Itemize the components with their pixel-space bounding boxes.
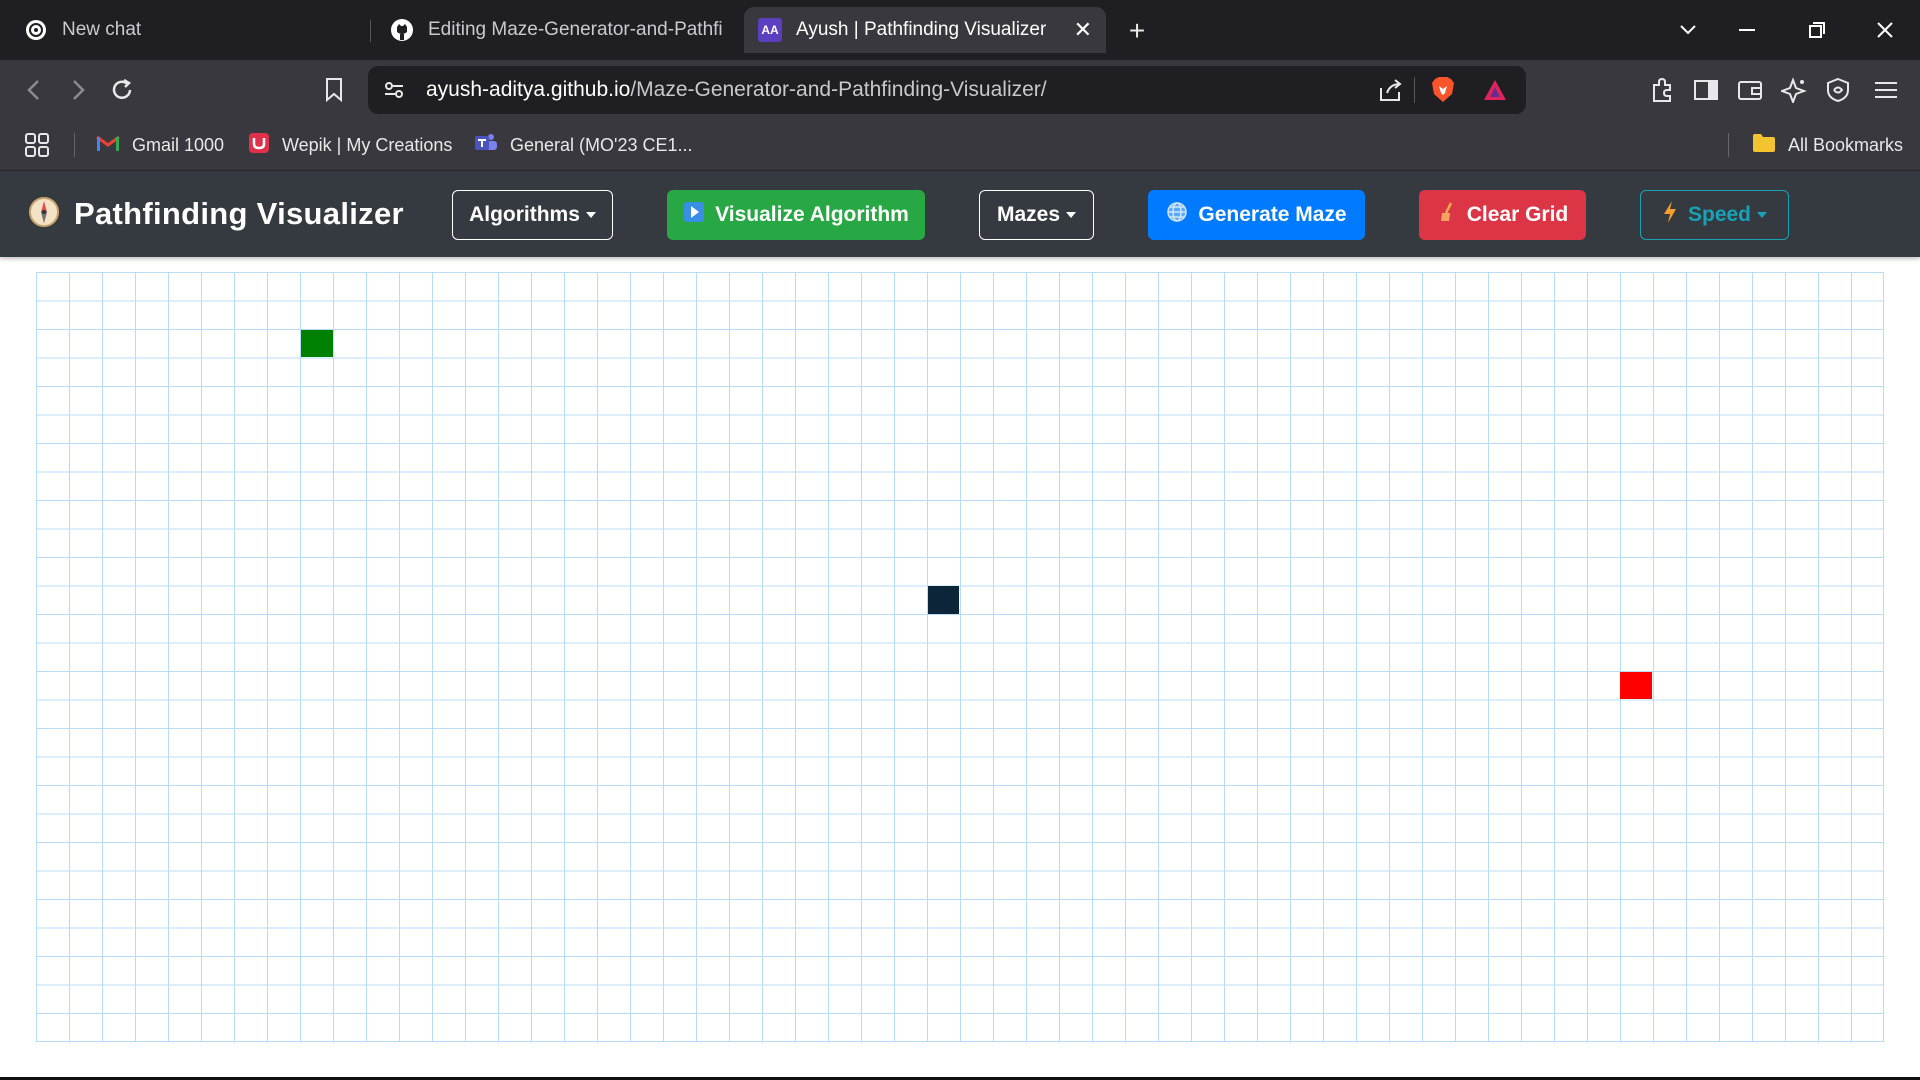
generate-label: Generate Maze	[1198, 203, 1347, 226]
bookmark-icon[interactable]	[316, 72, 352, 108]
minimize-icon[interactable]	[1727, 12, 1767, 48]
bookmark-wepik[interactable]: Wepik | My Creations	[248, 128, 452, 162]
brand[interactable]: Pathfinding Visualizer	[28, 171, 404, 257]
end-node[interactable]	[1620, 671, 1653, 700]
folder-icon	[1752, 133, 1776, 158]
url-host: ayush-aditya.github.io	[426, 78, 631, 101]
tab-pathfinding-visualizer[interactable]: AA Ayush | Pathfinding Visualizer ✕	[744, 7, 1106, 53]
address-bar[interactable]: ayush-aditya.github.io/Maze-Generator-an…	[368, 66, 1526, 114]
menu-icon[interactable]	[1868, 72, 1904, 108]
extensions-icon[interactable]	[1644, 72, 1680, 108]
forward-icon[interactable]	[60, 72, 96, 108]
visualize-label: Visualize Algorithm	[715, 203, 909, 226]
all-bookmarks-folder[interactable]: All Bookmarks	[1752, 128, 1903, 162]
url-text: ayush-aditya.github.io/Maze-Generator-an…	[426, 66, 1047, 114]
leo-ai-icon[interactable]	[1776, 72, 1812, 108]
start-node[interactable]	[300, 329, 333, 358]
url-path: /Maze-Generator-and-Pathfinding-Visualiz…	[630, 78, 1047, 101]
wepik-icon	[248, 132, 270, 159]
bookmark-label: Wepik | My Creations	[282, 134, 453, 155]
tab-title: Ayush | Pathfinding Visualizer	[796, 19, 1047, 40]
clear-grid-button[interactable]: Clear Grid	[1419, 190, 1586, 240]
browser-tab-strip: New chat Editing Maze-Generator-and-Path…	[0, 0, 1920, 60]
share-icon[interactable]	[1378, 78, 1404, 107]
caret-down-icon	[1757, 212, 1768, 218]
omnibox-divider	[1414, 77, 1415, 103]
speed-dropdown[interactable]: Speed	[1640, 190, 1789, 240]
bookmarks-bar: Gmail 1000 Wepik | My Creations General …	[0, 120, 1920, 171]
broom-icon	[1437, 201, 1457, 229]
brave-shields-icon[interactable]	[1430, 76, 1456, 109]
bookmark-gmail[interactable]: Gmail 1000	[96, 128, 224, 162]
apps-grid-icon[interactable]	[24, 128, 50, 162]
restore-icon[interactable]	[1797, 12, 1837, 48]
bookmarks-divider	[74, 133, 75, 157]
play-icon	[683, 201, 705, 229]
globe-icon	[1166, 201, 1188, 229]
app-title: Pathfinding Visualizer	[74, 196, 404, 231]
aa-favicon: AA	[758, 18, 782, 42]
clear-label: Clear Grid	[1466, 203, 1569, 226]
generate-maze-button[interactable]: Generate Maze	[1148, 190, 1365, 240]
tab-new-chat[interactable]: New chat	[10, 7, 365, 53]
tab-separator	[370, 20, 371, 42]
reload-icon[interactable]	[104, 72, 140, 108]
new-tab-button[interactable]: +	[1120, 14, 1154, 48]
close-tab-icon[interactable]: ✕	[1074, 17, 1092, 43]
caret-down-icon	[1066, 212, 1077, 218]
tab-title: New chat	[62, 19, 142, 40]
speed-label: Speed	[1687, 203, 1752, 226]
wall-node[interactable]	[927, 586, 960, 614]
pathfinding-grid[interactable]	[36, 272, 1884, 1042]
compass-icon	[28, 196, 60, 233]
bookmark-teams-general[interactable]: General (MO'23 CE1...	[474, 128, 693, 162]
wallet-icon[interactable]	[1732, 72, 1768, 108]
tab-title: Editing Maze-Generator-and-Pathfinc	[428, 19, 722, 40]
teams-icon	[474, 132, 498, 159]
tab-search-chevron-icon[interactable]	[1668, 12, 1708, 48]
brave-rewards-icon[interactable]	[1482, 78, 1508, 107]
bookmark-label: Gmail 1000	[132, 134, 225, 155]
gmail-icon	[96, 134, 120, 157]
app-navbar: Pathfinding Visualizer Algorithms Visual…	[0, 171, 1920, 257]
all-bookmarks-label: All Bookmarks	[1788, 134, 1904, 155]
close-window-icon[interactable]	[1865, 12, 1905, 48]
browser-toolbar: ayush-aditya.github.io/Maze-Generator-an…	[0, 60, 1920, 120]
openai-icon	[24, 18, 48, 42]
algorithms-label: Algorithms	[469, 203, 580, 226]
bookmark-label: General (MO'23 CE1...	[510, 134, 693, 155]
mazes-label: Mazes	[996, 203, 1061, 226]
tab-github-editing[interactable]: Editing Maze-Generator-and-Pathfinc	[376, 7, 736, 53]
vpn-shield-icon[interactable]	[1820, 72, 1856, 108]
algorithms-dropdown[interactable]: Algorithms	[452, 190, 613, 240]
back-icon[interactable]	[16, 72, 52, 108]
visualize-algorithm-button[interactable]: Visualize Algorithm	[667, 190, 925, 240]
mazes-dropdown[interactable]: Mazes	[979, 190, 1094, 240]
github-icon	[390, 18, 414, 42]
sidebar-icon[interactable]	[1688, 72, 1724, 108]
site-settings-icon[interactable]	[382, 78, 408, 102]
caret-down-icon	[585, 212, 596, 218]
bookmarks-divider	[1728, 133, 1729, 157]
lightning-icon	[1662, 200, 1678, 230]
